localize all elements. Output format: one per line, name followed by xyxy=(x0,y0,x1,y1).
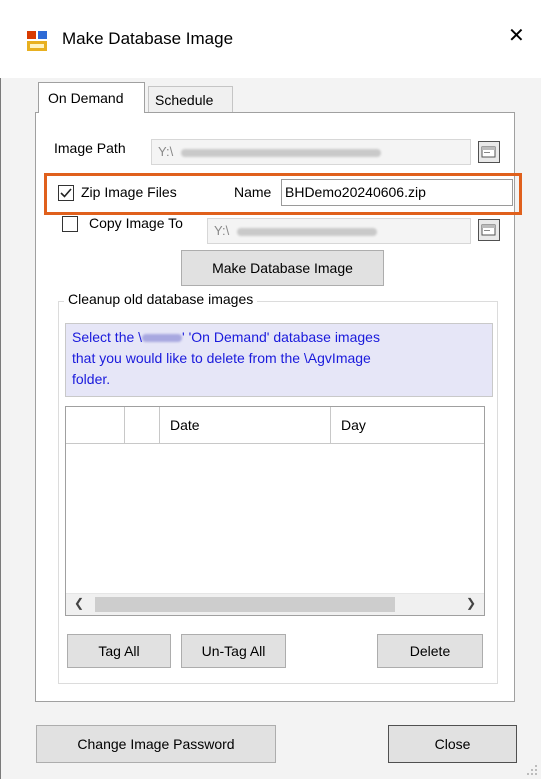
window-border xyxy=(0,0,1,779)
grid-column-header-day[interactable]: Day xyxy=(331,407,484,443)
cleanup-group-title: Cleanup old database images xyxy=(64,291,258,307)
checkmark-icon xyxy=(60,188,72,198)
redacted-text xyxy=(142,334,183,343)
images-grid[interactable]: Date Day ❮ ❯ xyxy=(65,406,485,616)
zip-name-input[interactable]: BHDemo20240606.zip xyxy=(281,179,513,206)
info-line1-end: ' 'On Demand' database images xyxy=(182,329,380,345)
folder-browse-icon xyxy=(481,224,496,236)
cleanup-instructions: Select the \ ' 'On Demand' database image… xyxy=(65,323,493,397)
info-line3: folder. xyxy=(72,371,111,387)
close-icon[interactable]: ✕ xyxy=(508,26,525,46)
image-path-value: Y:\ xyxy=(158,144,174,159)
name-label: Name xyxy=(234,184,272,200)
zip-image-files-label: Zip Image Files xyxy=(81,184,177,200)
zip-image-files-checkbox[interactable] xyxy=(58,185,74,201)
redacted-text xyxy=(180,148,381,157)
copy-image-to-label: Copy Image To xyxy=(89,215,183,231)
copy-image-to-value: Y:\ xyxy=(214,223,230,238)
image-path-field: Y:\ xyxy=(151,139,471,165)
title-bar: Make Database Image ✕ xyxy=(0,0,541,78)
redacted-text xyxy=(236,227,377,236)
grid-header: Date Day xyxy=(66,407,484,444)
change-image-password-button[interactable]: Change Image Password xyxy=(36,725,276,763)
scroll-left-icon[interactable]: ❮ xyxy=(74,596,84,610)
window-title: Make Database Image xyxy=(62,29,234,48)
info-line1-start: Select the \ xyxy=(72,329,143,345)
info-line2: that you would like to delete from the \… xyxy=(72,350,371,366)
tag-all-button[interactable]: Tag All xyxy=(67,634,171,668)
horizontal-scrollbar[interactable]: ❮ ❯ xyxy=(66,593,484,615)
resize-grip-icon[interactable] xyxy=(526,764,538,776)
grid-column-header-date[interactable]: Date xyxy=(160,407,331,443)
copy-image-browse-button[interactable] xyxy=(478,219,500,241)
folder-browse-icon xyxy=(481,146,496,158)
database-image-icon xyxy=(27,31,47,51)
make-database-image-button[interactable]: Make Database Image xyxy=(181,250,384,286)
close-button[interactable]: Close xyxy=(388,725,517,763)
image-path-label: Image Path xyxy=(54,140,126,156)
delete-button[interactable]: Delete xyxy=(377,634,483,668)
tab-on-demand[interactable]: On Demand xyxy=(38,82,145,113)
grid-column-header[interactable] xyxy=(66,407,125,443)
scrollbar-thumb[interactable] xyxy=(95,597,395,612)
copy-image-to-checkbox[interactable] xyxy=(62,216,78,232)
image-path-browse-button[interactable] xyxy=(478,141,500,163)
untag-all-button[interactable]: Un-Tag All xyxy=(181,634,286,668)
grid-column-header[interactable] xyxy=(125,407,160,443)
copy-image-to-field: Y:\ xyxy=(207,218,471,244)
tab-schedule[interactable]: Schedule xyxy=(148,86,233,112)
scroll-right-icon[interactable]: ❯ xyxy=(466,596,476,610)
